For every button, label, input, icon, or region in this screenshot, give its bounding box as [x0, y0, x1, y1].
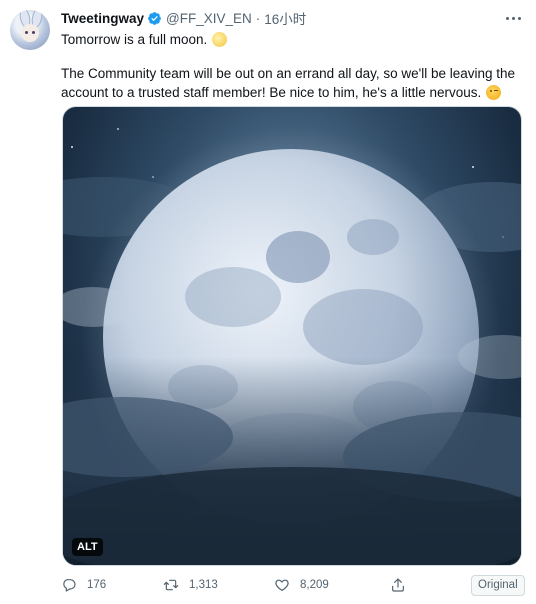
heart-icon: [275, 579, 289, 591]
original-button[interactable]: Original: [471, 575, 525, 596]
reply-button[interactable]: 176: [61, 572, 106, 598]
author-handle[interactable]: @FF_XIV_EN: [166, 11, 252, 26]
like-count: 8,209: [300, 579, 329, 591]
winking-face-emoji-icon: [486, 85, 502, 100]
avatar-eye: [25, 31, 28, 34]
reply-icon: [63, 579, 76, 592]
author-name[interactable]: Tweetingway: [61, 11, 144, 26]
tweet-header: Tweetingway @FF_XIV_EN · 16小时: [61, 8, 306, 28]
tweet-text-line: Tomorrow is a full moon.: [61, 32, 208, 47]
moon-illustration: [63, 127, 521, 565]
retweet-count: 1,313: [189, 579, 218, 591]
avatar-eye: [32, 31, 35, 34]
tweet-actions-bar: 176 1,313 8,209: [0, 572, 536, 598]
tweet-text-line: The Community team will be out on an err…: [61, 66, 516, 81]
like-button[interactable]: 8,209: [274, 572, 329, 598]
reply-count: 176: [87, 579, 107, 591]
avatar-face: [21, 24, 39, 42]
separator-dot: ·: [255, 10, 261, 26]
share-button[interactable]: [390, 572, 406, 598]
retweet-button[interactable]: 1,313: [163, 572, 218, 598]
full-moon-emoji-icon: [212, 32, 228, 47]
share-icon: [392, 578, 404, 592]
alt-text-badge[interactable]: ALT: [72, 538, 103, 556]
tweet-text-line: account to a trusted staff member! Be ni…: [61, 85, 482, 100]
retweet-icon: [163, 579, 179, 591]
verified-badge-icon: [148, 11, 161, 25]
tweet-image-full-moon[interactable]: ALT: [62, 106, 522, 566]
tweet-card[interactable]: Tweetingway @FF_XIV_EN · 16小时 Tomorrow i…: [0, 0, 536, 604]
tweet-timestamp[interactable]: 16小时: [264, 8, 306, 28]
author-avatar[interactable]: [10, 10, 50, 50]
more-options-icon[interactable]: [500, 8, 526, 28]
